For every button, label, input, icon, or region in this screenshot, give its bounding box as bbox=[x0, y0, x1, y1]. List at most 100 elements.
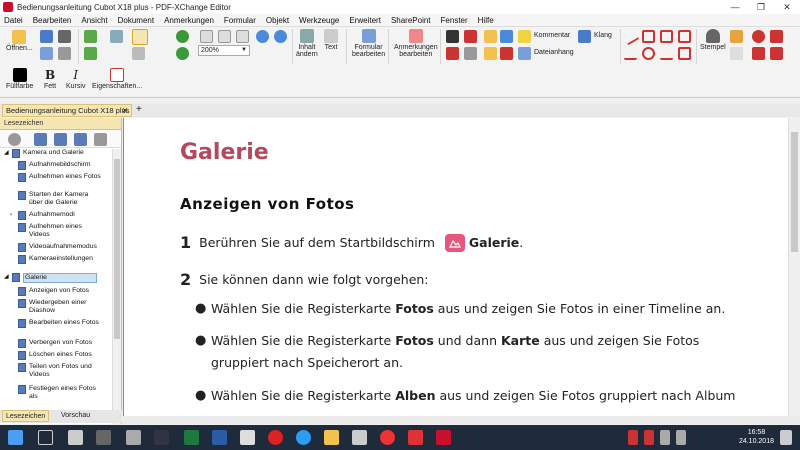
bookmark-item[interactable]: Löschen eines Fotos bbox=[18, 351, 103, 360]
actual-size-icon[interactable] bbox=[236, 30, 249, 43]
eraser-icon[interactable] bbox=[730, 47, 743, 60]
close-button[interactable]: ✕ bbox=[774, 0, 800, 14]
close-tab-icon[interactable]: ✕ bbox=[122, 105, 128, 116]
measure-icon[interactable] bbox=[752, 30, 765, 43]
menu-anmerkungen[interactable]: Anmerkungen bbox=[164, 16, 214, 25]
bookmark-item[interactable]: Festlegen eines Fotos als bbox=[18, 385, 103, 401]
textbox-icon[interactable] bbox=[500, 30, 513, 43]
stamp-button[interactable]: Stempel bbox=[700, 29, 726, 51]
tab-preview[interactable]: Vorschau bbox=[58, 410, 93, 422]
attachment-icon[interactable] bbox=[518, 47, 531, 60]
snapshot-icon[interactable] bbox=[132, 47, 145, 60]
print-icon[interactable] bbox=[58, 30, 71, 43]
rectangle-icon[interactable] bbox=[642, 30, 655, 43]
comment-icon[interactable] bbox=[518, 30, 531, 43]
opera-icon[interactable] bbox=[268, 430, 283, 445]
volume-icon[interactable] bbox=[676, 430, 686, 445]
expand-all-icon[interactable] bbox=[94, 133, 107, 146]
bookmark-item[interactable]: Aufnehmen eines Videos bbox=[18, 223, 103, 239]
line-icon[interactable] bbox=[621, 27, 640, 46]
form-edit-button[interactable]: Formular bearbeiten bbox=[352, 29, 385, 58]
rotate-cw-icon[interactable] bbox=[176, 30, 189, 43]
notification-icon[interactable] bbox=[780, 430, 792, 445]
document-scrollbar[interactable] bbox=[788, 118, 800, 416]
scrollbar-thumb[interactable] bbox=[114, 159, 120, 339]
polygon-icon[interactable] bbox=[678, 30, 691, 43]
bookmark-item[interactable]: › Aufnahmemodi bbox=[10, 211, 103, 220]
perimeter-icon[interactable] bbox=[770, 30, 783, 43]
oval-icon[interactable] bbox=[642, 47, 655, 60]
strikeout-icon[interactable] bbox=[500, 47, 513, 60]
bookmark-item[interactable]: ◢ Kamera und Galerie bbox=[4, 149, 97, 158]
cloud-icon[interactable] bbox=[660, 30, 673, 43]
scrollbar-thumb[interactable] bbox=[791, 132, 798, 252]
rect-select-icon[interactable] bbox=[464, 47, 477, 60]
menu-formular[interactable]: Formular bbox=[224, 16, 256, 25]
arrow-icon[interactable] bbox=[624, 47, 637, 60]
expand-toggle-icon[interactable]: ◢ bbox=[4, 149, 11, 157]
menu-objekt[interactable]: Objekt bbox=[266, 16, 289, 25]
bookmark-item[interactable]: Anzeigen von Fotos bbox=[18, 287, 103, 296]
image-icon[interactable] bbox=[464, 30, 477, 43]
tray-icon[interactable] bbox=[644, 430, 654, 445]
sound-icon[interactable] bbox=[578, 30, 591, 43]
bookmarks-scrollbar[interactable] bbox=[112, 149, 121, 424]
kommentar-label[interactable]: Kommentar bbox=[534, 32, 570, 39]
gear-icon[interactable] bbox=[8, 133, 21, 146]
menu-dokument[interactable]: Dokument bbox=[118, 16, 154, 25]
network-icon[interactable] bbox=[660, 430, 670, 445]
crop-icon[interactable] bbox=[446, 30, 459, 43]
rotate-ccw-icon[interactable] bbox=[176, 47, 189, 60]
app-icon[interactable] bbox=[126, 430, 141, 445]
bookmark-item[interactable]: Aufnehmen eines Fotos bbox=[18, 173, 103, 182]
link-icon[interactable] bbox=[446, 47, 459, 60]
bookmark-item[interactable]: Kameraeinstellungen bbox=[18, 255, 103, 264]
delete-bookmark-icon[interactable] bbox=[74, 133, 87, 146]
edit-content-button[interactable]: Inhalt ändern bbox=[296, 29, 318, 58]
menu-sharepoint[interactable]: SharePoint bbox=[391, 16, 431, 25]
save-as-icon[interactable] bbox=[40, 47, 53, 60]
save-icon[interactable] bbox=[40, 30, 53, 43]
app-icon[interactable] bbox=[96, 430, 111, 445]
area-measure-icon[interactable] bbox=[770, 47, 783, 60]
bookmark-item[interactable]: Wiedergeben einer Diashow bbox=[18, 299, 103, 315]
bookmark-item[interactable]: Aufnahmebildschirm bbox=[18, 161, 103, 170]
menu-hilfe[interactable]: Hilfe bbox=[478, 16, 494, 25]
typewriter-icon[interactable] bbox=[484, 30, 497, 43]
word-icon[interactable] bbox=[212, 430, 227, 445]
app-icon[interactable] bbox=[408, 430, 423, 445]
italic-button[interactable]: I Kursiv bbox=[66, 68, 85, 90]
zoom-out-icon[interactable] bbox=[274, 30, 287, 43]
app-icon[interactable] bbox=[240, 430, 255, 445]
windows-start-icon[interactable] bbox=[8, 430, 23, 445]
menu-ansicht[interactable]: Ansicht bbox=[81, 16, 107, 25]
fit-width-icon[interactable] bbox=[218, 30, 231, 43]
app-icon[interactable] bbox=[154, 430, 169, 445]
properties-button[interactable]: Eigenschaften... bbox=[92, 68, 142, 90]
pdf-xchange-icon[interactable] bbox=[436, 430, 451, 445]
tab-bookmarks[interactable]: Lesezeichen bbox=[2, 410, 50, 422]
tray-icon[interactable] bbox=[628, 430, 638, 445]
bookmark-item[interactable]: Videoaufnahmemodus bbox=[18, 243, 103, 252]
bookmark-item[interactable]: Teilen von Fotos und Videos bbox=[18, 363, 103, 379]
menu-werkzeuge[interactable]: Werkzeuge bbox=[299, 16, 339, 25]
document-tab[interactable]: Bedienungsanleitung Cubot X18 plus ✕ bbox=[2, 104, 132, 117]
fit-page-icon[interactable] bbox=[200, 30, 213, 43]
bookmark-item[interactable]: Starten der Kamera über die Galerie bbox=[18, 191, 103, 207]
chrome-icon[interactable] bbox=[380, 430, 395, 445]
explorer-icon[interactable] bbox=[324, 430, 339, 445]
task-view-icon[interactable] bbox=[38, 430, 53, 445]
bookmark-item[interactable]: ◢ Galerie bbox=[4, 273, 97, 283]
app-icon[interactable] bbox=[68, 430, 83, 445]
expand-toggle-icon[interactable]: › bbox=[10, 211, 17, 219]
highlight-icon[interactable] bbox=[484, 47, 497, 60]
bold-button[interactable]: B Fett bbox=[44, 68, 56, 90]
add-tab-icon[interactable]: + bbox=[136, 104, 142, 116]
annotations-edit-button[interactable]: Anmerkungen bearbeiten bbox=[394, 29, 438, 58]
area-icon[interactable] bbox=[678, 47, 691, 60]
back-icon[interactable] bbox=[84, 30, 97, 43]
minimize-button[interactable]: — bbox=[722, 0, 748, 14]
distance-icon[interactable] bbox=[752, 47, 765, 60]
system-clock[interactable]: 16:58 24.10.2018 bbox=[739, 428, 774, 446]
add-bookmark-icon[interactable] bbox=[34, 133, 47, 146]
